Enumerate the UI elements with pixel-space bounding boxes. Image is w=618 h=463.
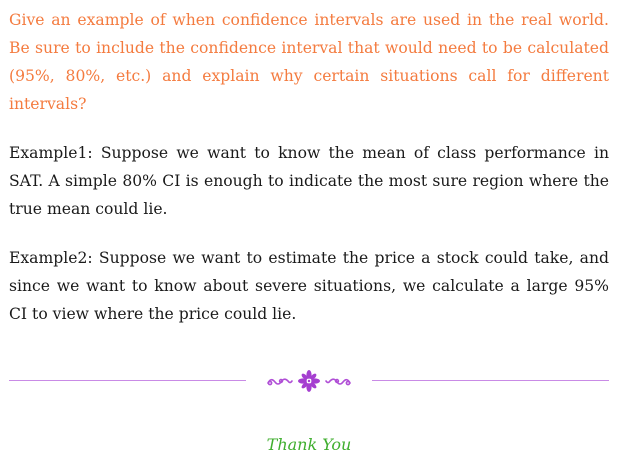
example-1-text: Example1: Suppose we want to know the me… xyxy=(9,144,609,218)
closing-text: Thank You xyxy=(266,435,352,454)
section-divider xyxy=(9,366,609,396)
example-2-text: Example2: Suppose we want to estimate th… xyxy=(9,249,609,323)
question-text: Give an example of when confidence inter… xyxy=(9,11,609,113)
floral-ornament-icon xyxy=(267,370,351,392)
divider-line-right xyxy=(372,380,609,381)
document-body: Give an example of when confidence inter… xyxy=(9,6,609,349)
divider-line-left xyxy=(9,380,246,381)
